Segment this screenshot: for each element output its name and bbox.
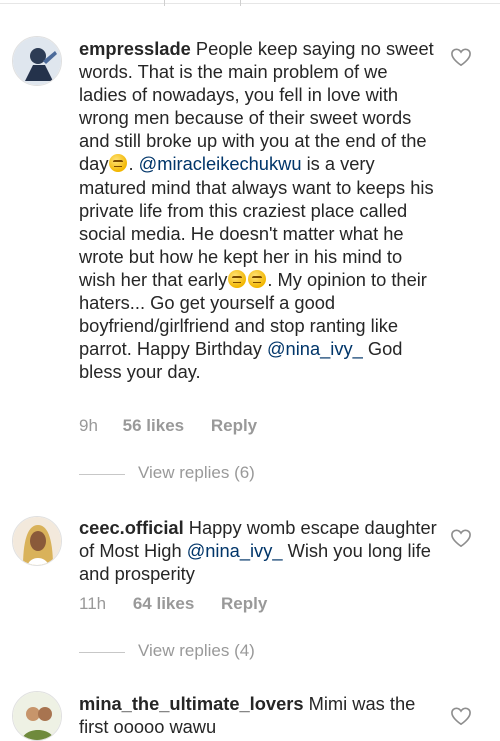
comment-text: ceec.official Happy womb escape daughter… (79, 516, 439, 585)
rolling-eyes-emoji (248, 269, 267, 288)
reply-button[interactable]: Reply (211, 416, 257, 436)
view-replies-label: View replies (6) (138, 463, 255, 482)
comment-username[interactable]: ceec.official (79, 517, 184, 538)
heart-outline-icon[interactable] (450, 47, 472, 67)
reply-button[interactable]: Reply (221, 594, 267, 614)
mention-link[interactable]: @miracleikechukwu (139, 153, 302, 174)
divider-tick (240, 0, 241, 6)
comment-text: empresslade People keep saying no sweet … (79, 37, 439, 383)
comment-meta: 9h 56 likes Reply (79, 416, 257, 436)
heart-outline-icon[interactable] (450, 528, 472, 548)
comment-meta: 11h 64 likes Reply (79, 594, 267, 614)
heart-outline-icon[interactable] (450, 706, 472, 726)
replies-dash (79, 474, 125, 475)
comment-username[interactable]: mina_the_ultimate_lovers (79, 693, 304, 714)
divider-line (0, 3, 500, 4)
top-divider (0, 0, 500, 10)
likes-count[interactable]: 56 likes (123, 416, 184, 436)
comment-body: . (128, 153, 139, 175)
avatar-image (13, 37, 61, 85)
view-replies-label: View replies (4) (138, 641, 255, 660)
rolling-eyes-emoji (109, 154, 128, 173)
comment-time: 9h (79, 416, 98, 435)
mention-link[interactable]: @nina_ivy_ (267, 338, 363, 359)
mention-link[interactable]: @nina_ivy_ (187, 540, 283, 561)
comment-username[interactable]: empresslade (79, 38, 191, 59)
comment-time: 11h (79, 594, 107, 613)
divider-tick (164, 0, 165, 6)
avatar[interactable] (12, 36, 62, 86)
avatar[interactable] (12, 516, 62, 566)
likes-count[interactable]: 64 likes (133, 594, 194, 614)
replies-dash (79, 652, 125, 653)
rolling-eyes-emoji (228, 269, 247, 288)
avatar-image (13, 517, 61, 565)
comment-text: mina_the_ultimate_lovers Mimi was the fi… (79, 692, 439, 738)
